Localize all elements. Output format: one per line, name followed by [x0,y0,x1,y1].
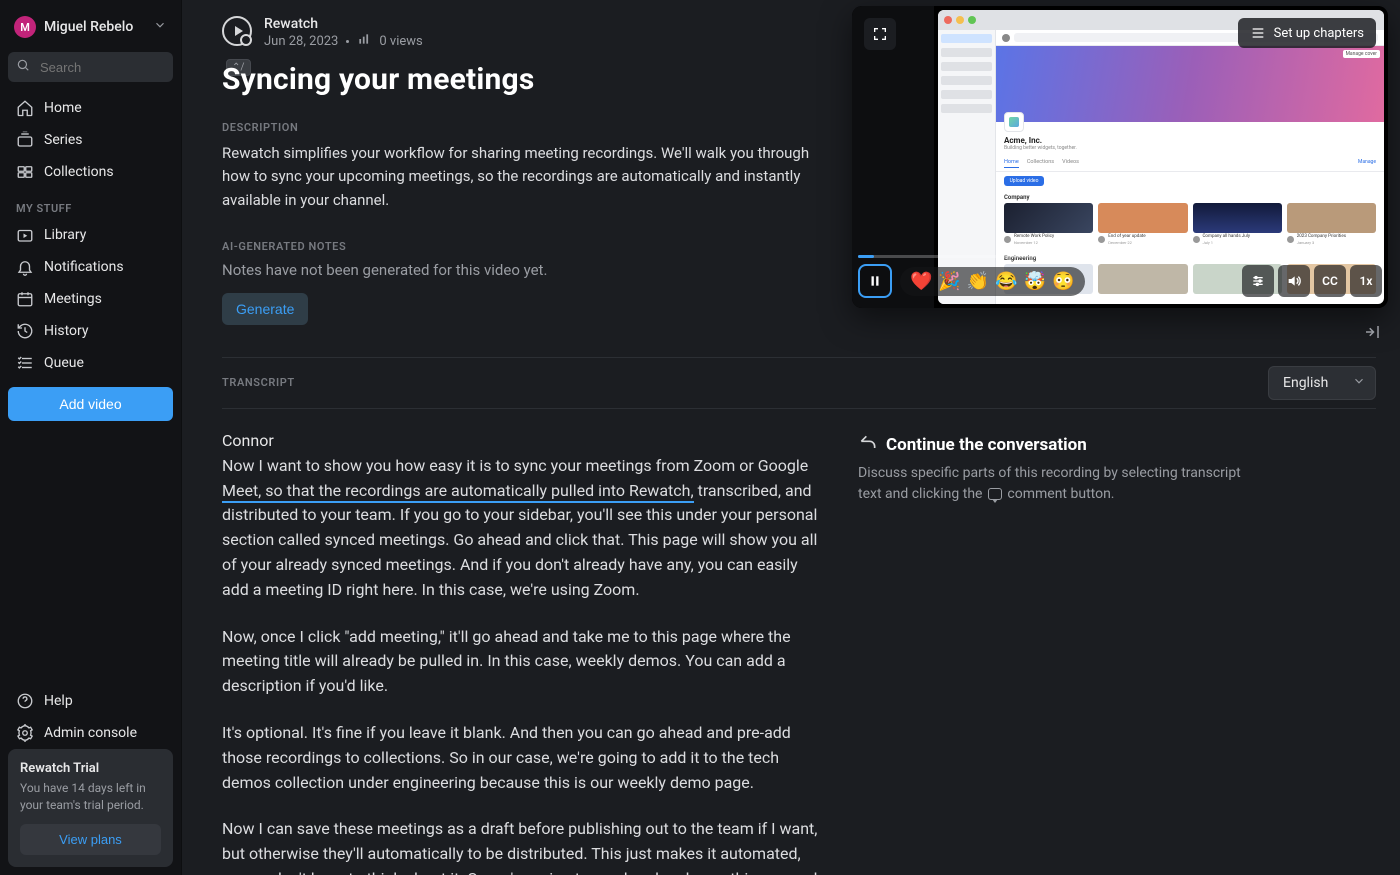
reply-arrow-icon [858,433,878,457]
nav-label: Queue [44,355,84,371]
nav-label: Admin console [44,725,137,741]
fullscreen-button[interactable] [864,18,896,50]
video-views: 0 views [379,34,422,49]
nav-meetings[interactable]: Meetings [8,283,173,315]
mini-company-name: Acme, Inc. [1004,136,1376,145]
reaction-party[interactable]: 🎉 [938,271,960,292]
user-name: Miguel Rebelo [44,19,145,35]
bell-icon [16,258,34,276]
generate-notes-button[interactable]: Generate [222,293,308,325]
collections-icon [16,163,34,181]
trial-title: Rewatch Trial [20,761,161,776]
nav-history[interactable]: History [8,315,173,347]
mini-company-tagline: Building better widgets, together. [1004,145,1376,151]
transcript-highlight: Meet, so that the recordings are automat… [222,481,694,503]
view-plans-button[interactable]: View plans [20,824,161,855]
nav-admin[interactable]: Admin console [8,717,173,749]
transcript-column: Connor Now I want to show you how easy i… [222,431,822,875]
video-date: Jun 28, 2023 [264,34,338,49]
trial-card: Rewatch Trial You have 14 days left in y… [8,749,173,867]
home-icon [16,99,34,117]
nav-label: Series [44,132,83,148]
sidebar: M Miguel Rebelo ⌃/ Home Series Collectio… [0,0,182,875]
nav-series[interactable]: Series [8,124,173,156]
add-video-button[interactable]: Add video [8,387,173,421]
search-icon [16,58,30,76]
conversation-panel: Continue the conversation Discuss specif… [858,431,1376,505]
video-submeta: Jun 28, 2023 0 views [264,32,423,50]
pause-button[interactable] [858,264,892,298]
nav-collections[interactable]: Collections [8,156,173,188]
section-my-stuff: MY STUFF [8,188,173,219]
user-avatar: M [14,16,36,38]
nav-label: History [44,323,89,339]
views-icon [357,32,371,50]
user-menu[interactable]: M Miguel Rebelo [8,8,173,46]
trial-body: You have 14 days left in your team's tri… [20,780,161,814]
reaction-laugh[interactable]: 😂 [995,271,1017,292]
video-player: Manage cover Acme, Inc. Building better … [852,6,1388,308]
transcript-paragraph[interactable]: It's optional. It's fine if you leave it… [222,721,822,795]
reaction-flushed[interactable]: 😳 [1052,271,1074,292]
nav-notifications[interactable]: Notifications [8,251,173,283]
conversation-body: Discuss specific parts of this recording… [858,463,1258,505]
reaction-clap[interactable]: 👏 [967,271,989,292]
progress-bar[interactable] [858,255,1382,258]
gear-icon [16,724,34,742]
conversation-title: Continue the conversation [886,435,1087,455]
player-controls: ❤️ 🎉 👏 😂 🤯 😳 [858,262,1382,300]
nav-label: Collections [44,164,114,180]
calendar-icon [16,290,34,308]
video-frame: Manage cover Acme, Inc. Building better … [938,10,1384,304]
video-canvas[interactable]: Manage cover Acme, Inc. Building better … [852,6,1388,308]
nav-library[interactable]: Library [8,219,173,251]
nav-label: Home [44,100,82,116]
nav-label: Help [44,693,73,709]
library-icon [16,226,34,244]
reaction-mind-blown[interactable]: 🤯 [1024,271,1046,292]
nav-help[interactable]: Help [8,685,173,717]
description-text: Rewatch simplifies your workflow for sha… [222,142,812,212]
search-input-wrap[interactable]: ⌃/ [8,52,173,82]
help-icon [16,692,34,710]
reactions-bar: ❤️ 🎉 👏 😂 🤯 😳 [900,267,1085,296]
series-icon [16,131,34,149]
mini-upload: Upload video [1004,176,1044,186]
comment-icon [988,488,1002,500]
transcript-paragraph[interactable]: Now I want to show you how easy it is to… [222,454,822,603]
transcript-paragraph[interactable]: Now I can save these meetings as a draft… [222,817,822,875]
collapse-player-button[interactable] [1360,320,1384,344]
hero-badge: Manage cover [1343,50,1380,58]
set-up-chapters-button[interactable]: Set up chapters [1238,18,1376,48]
chevron-down-icon [153,18,167,36]
channel-name[interactable]: Rewatch [264,16,423,32]
history-icon [16,322,34,340]
nav-label: Meetings [44,291,102,307]
rewatch-logo-icon [222,16,252,46]
volume-button[interactable] [1278,265,1310,297]
settings-button[interactable] [1242,265,1274,297]
reaction-heart[interactable]: ❤️ [910,271,932,292]
nav-label: Notifications [44,259,124,275]
cc-button[interactable]: CC [1314,265,1346,297]
nav-home[interactable]: Home [8,92,173,124]
queue-icon [16,354,34,372]
transcript-label: TRANSCRIPT [222,376,295,389]
speed-button[interactable]: 1x [1350,265,1382,297]
nav-label: Library [44,227,86,243]
language-select[interactable]: English [1268,366,1376,400]
transcript-speaker: Connor [222,431,822,450]
nav-queue[interactable]: Queue [8,347,173,379]
transcript-paragraph[interactable]: Now, once I click "add meeting," it'll g… [222,625,822,699]
